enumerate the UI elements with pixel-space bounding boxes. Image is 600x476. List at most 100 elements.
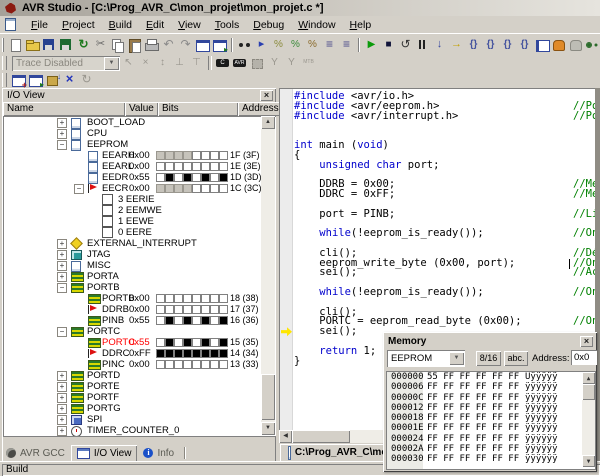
- memory-row[interactable]: 000024FF FF FF FF FF FFÿÿÿÿÿÿ: [387, 434, 595, 444]
- watch-button[interactable]: [584, 37, 600, 53]
- bit-unused[interactable]: [183, 151, 192, 160]
- undo-button[interactable]: [160, 37, 177, 53]
- scroll-down-icon[interactable]: ▼: [582, 455, 595, 467]
- io-group-row[interactable]: +PORTA: [4, 271, 276, 282]
- checkbox[interactable]: [102, 216, 113, 227]
- bit-clear[interactable]: [156, 305, 165, 314]
- cbadge-button[interactable]: [215, 55, 232, 71]
- code-line[interactable]: DDRC = 0xFF;//Me: [294, 190, 596, 200]
- bit-clear[interactable]: [201, 305, 210, 314]
- bit-unused[interactable]: [156, 151, 165, 160]
- stop-button[interactable]: [380, 37, 397, 53]
- paste-button[interactable]: [126, 37, 143, 53]
- bit-clear[interactable]: [165, 305, 174, 314]
- close-icon[interactable]: ×: [580, 336, 593, 347]
- bluex-button[interactable]: [61, 72, 78, 88]
- toggle-8-16-button[interactable]: 8/16: [476, 351, 501, 366]
- bit-clear[interactable]: [174, 162, 183, 171]
- io-register-row[interactable]: DDRB0x0017 (37): [4, 304, 276, 315]
- memory-grid[interactable]: 00000055 FF FF FF FF FFUÿÿÿÿÿ000006FF FF…: [386, 371, 596, 470]
- expand-icon[interactable]: +: [57, 382, 67, 392]
- code-line[interactable]: #include <avr/interrupt.h>//Po: [294, 112, 596, 122]
- bit-set[interactable]: [156, 349, 165, 358]
- bit-clear[interactable]: [210, 184, 219, 193]
- chevron-down-icon[interactable]: ▼: [104, 57, 119, 70]
- bit-clear[interactable]: [201, 162, 210, 171]
- bit-clear[interactable]: [156, 360, 165, 369]
- bit-set[interactable]: [165, 173, 174, 182]
- expand-icon[interactable]: +: [57, 239, 67, 249]
- bit-clear[interactable]: [183, 360, 192, 369]
- io-register-row[interactable]: PORTC0x5515 (35): [4, 337, 276, 348]
- bit-clear[interactable]: [210, 316, 219, 325]
- bit-clear[interactable]: [219, 162, 228, 171]
- menu-project[interactable]: Project: [55, 17, 102, 33]
- code-line[interactable]: while(!eeprom_is_ready());//On: [294, 288, 596, 298]
- bit-clear[interactable]: [210, 360, 219, 369]
- bit-clear[interactable]: [219, 151, 228, 160]
- menu-help[interactable]: Help: [343, 17, 379, 33]
- memory-row[interactable]: 000006FF FF FF FF FF FFÿÿÿÿÿÿ: [387, 382, 595, 392]
- bit-clear[interactable]: [201, 294, 210, 303]
- memory-row[interactable]: 00002AFF FF FF FF FF FFÿÿÿÿÿÿ: [387, 444, 595, 454]
- io-register-row[interactable]: −EECR0x001C (3C): [4, 183, 276, 194]
- bit-clear[interactable]: [156, 173, 165, 182]
- io-group-row[interactable]: −PORTC: [4, 326, 276, 337]
- bit-clear[interactable]: [174, 316, 183, 325]
- bit-clear[interactable]: [156, 294, 165, 303]
- hand2-button[interactable]: [567, 37, 584, 53]
- bit-set[interactable]: [201, 173, 210, 182]
- io-register-row[interactable]: EEARH0x001F (3F): [4, 150, 276, 161]
- ascii-toggle-button[interactable]: abc.: [504, 351, 528, 366]
- scroll-up-icon[interactable]: ▲: [582, 372, 595, 384]
- io-group-row[interactable]: +PORTF: [4, 392, 276, 403]
- bit-set[interactable]: [201, 349, 210, 358]
- scrollbar-thumb[interactable]: [261, 374, 275, 420]
- code-line[interactable]: unsigned char port;: [294, 161, 596, 171]
- collapse-icon[interactable]: −: [57, 140, 67, 150]
- delx-button[interactable]: [137, 55, 154, 71]
- bit-clear[interactable]: [192, 338, 201, 347]
- updown-button[interactable]: [154, 55, 171, 71]
- expand-icon[interactable]: +: [57, 118, 67, 128]
- findnext-button[interactable]: [253, 37, 270, 53]
- bit-clear[interactable]: [210, 173, 219, 182]
- io-group-row[interactable]: +PORTE: [4, 381, 276, 392]
- winb-button[interactable]: [194, 37, 211, 53]
- new-button[interactable]: [7, 37, 24, 53]
- bit-set[interactable]: [165, 316, 174, 325]
- tobottom-button[interactable]: [171, 55, 188, 71]
- print-button[interactable]: [143, 37, 160, 53]
- bit-clear[interactable]: [183, 305, 192, 314]
- bit-clear[interactable]: [183, 294, 192, 303]
- indent-button[interactable]: [321, 37, 338, 53]
- bit-set[interactable]: [174, 349, 183, 358]
- column-header-bits[interactable]: Bits: [158, 102, 238, 116]
- pct2-button[interactable]: [287, 37, 304, 53]
- memory-row[interactable]: 00000CFF FF FF FF FF FFÿÿÿÿÿÿ: [387, 393, 595, 403]
- memory-title-bar[interactable]: Memory ×: [385, 334, 595, 348]
- find-button[interactable]: [236, 37, 253, 53]
- menu-window[interactable]: Window: [291, 17, 342, 33]
- memory-row[interactable]: 00001EFF FF FF FF FF FFÿÿÿÿÿÿ: [387, 423, 595, 433]
- editor-margin[interactable]: [280, 89, 293, 431]
- expand-icon[interactable]: +: [57, 415, 67, 425]
- brace2-button[interactable]: [482, 37, 499, 53]
- memory-row[interactable]: 000012FF FF FF FF FF FFÿÿÿÿÿÿ: [387, 403, 595, 413]
- address-input[interactable]: 0x0: [571, 350, 597, 365]
- bit-clear[interactable]: [192, 151, 201, 160]
- memory-row[interactable]: 000018FF FF FF FF FF FFÿÿÿÿÿÿ: [387, 413, 595, 423]
- saveall-button[interactable]: [58, 37, 75, 53]
- bit-clear[interactable]: [210, 294, 219, 303]
- chevron-down-icon[interactable]: ▼: [449, 352, 464, 365]
- io-group-row[interactable]: +JTAG: [4, 249, 276, 260]
- document-icon[interactable]: [5, 18, 16, 31]
- io-group-row[interactable]: −PORTB: [4, 282, 276, 293]
- bit-unused[interactable]: [165, 184, 174, 193]
- pct1-button[interactable]: [270, 37, 287, 53]
- bit-clear[interactable]: [210, 305, 219, 314]
- bit-set[interactable]: [219, 173, 228, 182]
- bit-clear[interactable]: [192, 173, 201, 182]
- bit-clear[interactable]: [219, 305, 228, 314]
- shownext-button[interactable]: [448, 37, 465, 53]
